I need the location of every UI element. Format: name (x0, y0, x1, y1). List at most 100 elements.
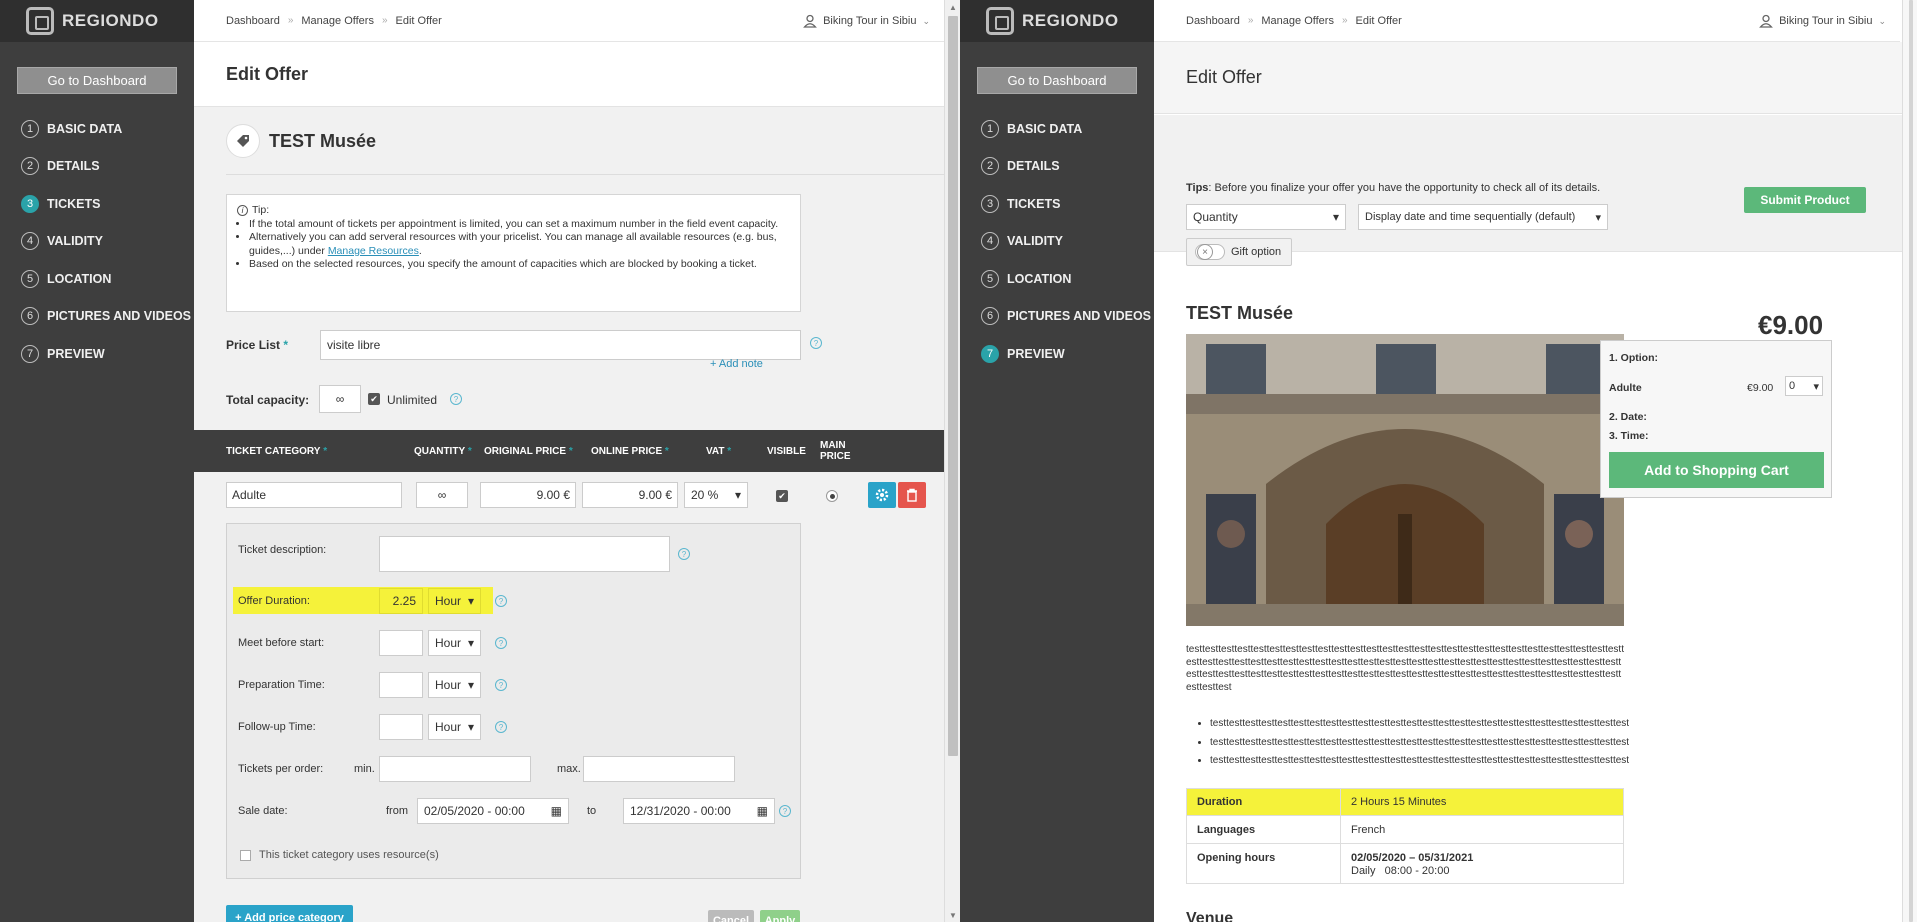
sidebar-item-details[interactable]: 2 DETAILS (0, 148, 194, 186)
quantity-input[interactable]: ∞ (416, 482, 468, 508)
qty-value: 0 (1789, 380, 1796, 392)
follow-up-unit-select[interactable]: Hour ▾ (428, 714, 481, 740)
add-price-category-button[interactable]: + Add price category (226, 905, 353, 922)
sidebar-item-label: PREVIEW (1007, 346, 1065, 361)
help-icon[interactable]: ? (779, 805, 791, 817)
sidebar-item-pictures-and-videos[interactable]: 6 PICTURES AND VIDEOS (960, 298, 1154, 336)
currency: € (665, 488, 672, 502)
scrollbar[interactable] (1902, 0, 1917, 922)
price-list-input[interactable]: visite libre (320, 330, 801, 360)
help-icon[interactable]: ? (450, 393, 462, 405)
sidebar-item-preview[interactable]: 7 PREVIEW (0, 335, 194, 373)
user-menu[interactable]: Biking Tour in Sibiu ⌄ (1759, 0, 1886, 42)
follow-up-time-input[interactable] (379, 714, 423, 740)
apply-button[interactable]: Apply (760, 910, 800, 922)
delete-button[interactable] (898, 482, 926, 508)
breadcrumb-dashboard[interactable]: Dashboard (1186, 15, 1240, 27)
sidebar-item-preview[interactable]: 7 PREVIEW (960, 335, 1154, 373)
submit-product-button[interactable]: Submit Product (1744, 187, 1866, 213)
sidebar-item-tickets[interactable]: 3 TICKETS (0, 185, 194, 223)
scrollbar[interactable]: ▲ ▼ (944, 0, 960, 922)
preparation-unit-select[interactable]: Hour ▾ (428, 672, 481, 698)
sidebar-item-details[interactable]: 2 DETAILS (960, 148, 1154, 186)
booking-box: 1. Option: Adulte €9.00 0 ▾ 2. Date: 3. T… (1600, 340, 1832, 498)
tip-item: Based on the selected resources, you spe… (249, 258, 790, 272)
meet-before-start-input[interactable] (379, 630, 423, 656)
quantity-mode-select[interactable]: Quantity ▾ (1186, 204, 1346, 230)
page-title: Edit Offer (194, 42, 944, 107)
manage-resources-link[interactable]: Manage Resources (328, 245, 419, 257)
breadcrumb-manage-offers[interactable]: Manage Offers (301, 15, 374, 27)
help-icon[interactable]: ? (495, 637, 507, 649)
cancel-button[interactable]: Cancel (708, 910, 754, 922)
unit-value: Hour (435, 720, 462, 734)
help-icon[interactable]: ? (678, 548, 690, 560)
ticket-name: Adulte (1609, 382, 1642, 394)
logo-text: REGIONDO (62, 11, 159, 30)
sidebar: REGIONDO Go to Dashboard 1 BASIC DATA 2 DE… (0, 0, 194, 922)
tickets-max-input[interactable] (583, 756, 735, 782)
user-menu[interactable]: Biking Tour in Sibiu ⌄ (803, 0, 930, 42)
vat-select[interactable]: 20 % ▾ (684, 482, 748, 508)
price-list-label: Price List * (226, 338, 288, 352)
display-mode-select[interactable]: Display date and time sequentially (defa… (1358, 204, 1608, 230)
scroll-down-icon[interactable]: ▼ (945, 908, 960, 922)
add-note-link[interactable]: + Add note (710, 358, 763, 370)
opening-hours-value: 02/05/2020 – 05/31/2021 Daily 08:00 - 20:… (1340, 843, 1624, 884)
main-price-radio[interactable] (826, 490, 838, 502)
uses-resources-checkbox[interactable] (240, 850, 251, 861)
tickets-min-input[interactable] (379, 756, 531, 782)
sidebar-item-validity[interactable]: 4 VALIDITY (960, 223, 1154, 261)
follow-up-time-label: Follow-up Time: (238, 721, 316, 733)
date-label: 2. Date: (1609, 411, 1647, 423)
sidebar-item-basic-data[interactable]: 1 BASIC DATA (960, 110, 1154, 148)
offer-duration-unit-select[interactable]: Hour ▾ (428, 588, 481, 614)
ticket-description-input[interactable] (379, 536, 670, 572)
online-price-input[interactable]: 9.00 € (582, 482, 678, 508)
preparation-time-input[interactable] (379, 672, 423, 698)
go-to-dashboard-button[interactable]: Go to Dashboard (977, 67, 1137, 94)
total-capacity-input[interactable]: ∞ (319, 385, 361, 413)
ticket-details-panel: Ticket description: ? Offer Duration: 2.… (226, 523, 801, 879)
sale-date-to-input[interactable]: 12/31/2020 - 00:00 ▦ (623, 798, 775, 824)
list-item: testtesttesttesttesttesttesttesttesttest… (1210, 715, 1629, 734)
sidebar-item-label: BASIC DATA (1007, 121, 1083, 136)
breadcrumb-dashboard[interactable]: Dashboard (226, 15, 280, 27)
unlimited-checkbox[interactable]: ✔ (368, 393, 380, 405)
help-icon[interactable]: ? (495, 721, 507, 733)
sidebar-item-basic-data[interactable]: 1 BASIC DATA (0, 110, 194, 148)
ticket-category-input[interactable]: Adulte (226, 482, 402, 508)
sidebar-item-location[interactable]: 5 LOCATION (0, 260, 194, 298)
go-to-dashboard-button[interactable]: Go to Dashboard (17, 67, 177, 94)
sale-date-from-input[interactable]: 02/05/2020 - 00:00 ▦ (417, 798, 569, 824)
breadcrumb-manage-offers[interactable]: Manage Offers (1261, 15, 1334, 27)
sidebar-item-validity[interactable]: 4 VALIDITY (0, 223, 194, 261)
sidebar-item-label: VALIDITY (1007, 234, 1064, 249)
scroll-up-icon[interactable]: ▲ (945, 0, 960, 14)
required-mark: * (727, 445, 732, 457)
scroll-thumb[interactable] (1909, 0, 1913, 922)
sidebar-item-label: BASIC DATA (47, 121, 123, 136)
sidebar-item-tickets[interactable]: 3 TICKETS (960, 185, 1154, 223)
visible-checkbox[interactable]: ✔ (776, 490, 788, 502)
help-icon[interactable]: ? (495, 595, 507, 607)
original-price-input[interactable]: 9.00 € (480, 482, 576, 508)
settings-button[interactable] (868, 482, 896, 508)
user-icon (803, 14, 817, 28)
meet-before-unit-select[interactable]: Hour ▾ (428, 630, 481, 656)
sidebar-item-pictures-and-videos[interactable]: 6 PICTURES AND VIDEOS (0, 298, 194, 336)
preview-toolbar: Tips: Before you finalize your offer you… (1154, 115, 1902, 266)
tips-body: : Before you finalize your offer you hav… (1208, 182, 1601, 194)
calendar-icon[interactable]: ▦ (551, 804, 562, 818)
ticket-quantity-select[interactable]: 0 ▾ (1785, 376, 1823, 396)
gift-option-toggle[interactable]: Gift option (1186, 238, 1292, 266)
sidebar-item-location[interactable]: 5 LOCATION (960, 260, 1154, 298)
sidebar-item-label: PICTURES AND VIDEOS (1007, 309, 1152, 324)
help-icon[interactable]: ? (495, 679, 507, 691)
help-icon[interactable]: ? (810, 337, 822, 349)
add-to-cart-button[interactable]: Add to Shopping Cart (1609, 452, 1824, 488)
offer-duration-input[interactable]: 2.25 (379, 588, 423, 614)
scroll-thumb[interactable] (948, 16, 958, 756)
toggle-off-icon[interactable] (1195, 244, 1225, 260)
calendar-icon[interactable]: ▦ (757, 804, 768, 818)
